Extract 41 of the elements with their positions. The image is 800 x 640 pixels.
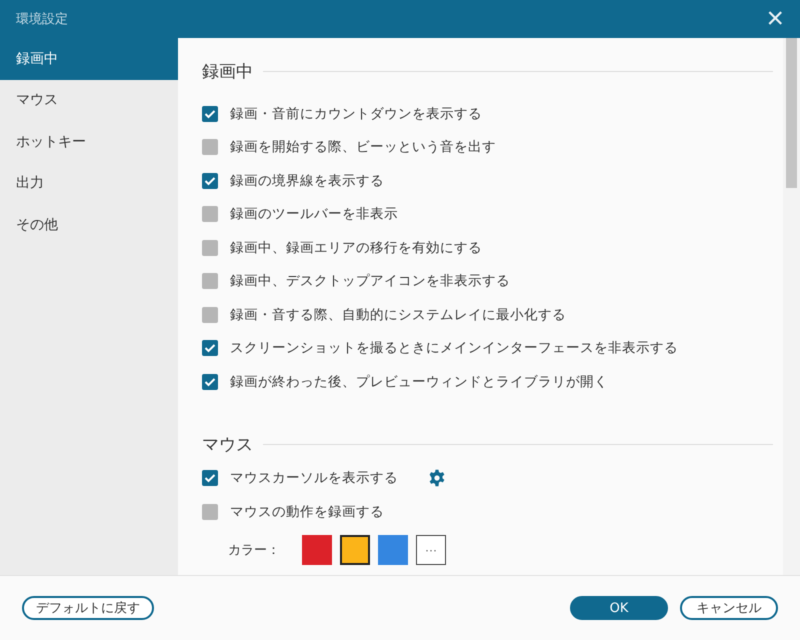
option-label: マウスの動作を録画する [230, 502, 384, 521]
close-button[interactable]: × [766, 4, 784, 34]
sidebar-item[interactable]: 録画中 [0, 38, 178, 80]
color-label: カラー： [228, 542, 280, 558]
option-label: スクリーンショットを撮るときにメインインターフェースを非表示する [230, 339, 678, 358]
color-swatch[interactable] [302, 534, 332, 564]
cancel-button[interactable]: キャンセル [680, 596, 778, 620]
ok-button[interactable]: OK [570, 596, 668, 620]
option-label: 録画を開始する際、ビーッという音を出す [230, 138, 496, 156]
option-label: 録画中、録画エリアの移行を有効にする [230, 238, 482, 257]
section-heading: マウス [202, 434, 253, 456]
checkbox[interactable] [202, 139, 218, 156]
checkbox[interactable] [202, 106, 218, 122]
gear-icon[interactable] [428, 469, 446, 488]
color-swatch[interactable] [378, 534, 408, 564]
checkbox[interactable] [202, 470, 218, 486]
checkbox[interactable] [202, 340, 218, 356]
option-label: マウスカーソルを表示する [230, 469, 398, 488]
color-swatch[interactable] [340, 534, 370, 564]
checkbox[interactable] [202, 206, 218, 222]
option-label: 録画が終わった後、プレビューウィンドとライブラリが開く [230, 372, 608, 391]
checkbox[interactable] [202, 504, 218, 520]
window-title: 環境設定 [16, 11, 68, 28]
option-label: 録画の境界線を表示する [230, 172, 384, 190]
scrollbar-thumb[interactable] [786, 38, 797, 188]
reset-button[interactable]: デフォルトに戻す [22, 596, 154, 620]
sidebar-item[interactable]: マウス [0, 80, 178, 121]
sidebar-item[interactable]: その他 [0, 204, 178, 246]
option-label: 録画・音前にカウントダウンを表示する [230, 104, 482, 123]
section-heading: 録画中 [202, 61, 253, 83]
checkbox[interactable] [202, 273, 218, 290]
sidebar-item[interactable]: ホットキー [0, 121, 178, 162]
option-label: 録画・音する際、自動的にシステムレイに最小化する [230, 306, 566, 324]
sidebar-item[interactable]: 出力 [0, 162, 178, 204]
more-colors-button[interactable]: ··· [416, 534, 446, 564]
option-label: 録画中、デスクトップアイコンを非表示する [230, 272, 510, 290]
option-label: 録画のツールバーを非表示 [230, 205, 398, 224]
checkbox[interactable] [202, 374, 218, 390]
checkbox[interactable] [202, 306, 218, 323]
checkbox[interactable] [202, 172, 218, 189]
checkbox[interactable] [202, 240, 218, 256]
